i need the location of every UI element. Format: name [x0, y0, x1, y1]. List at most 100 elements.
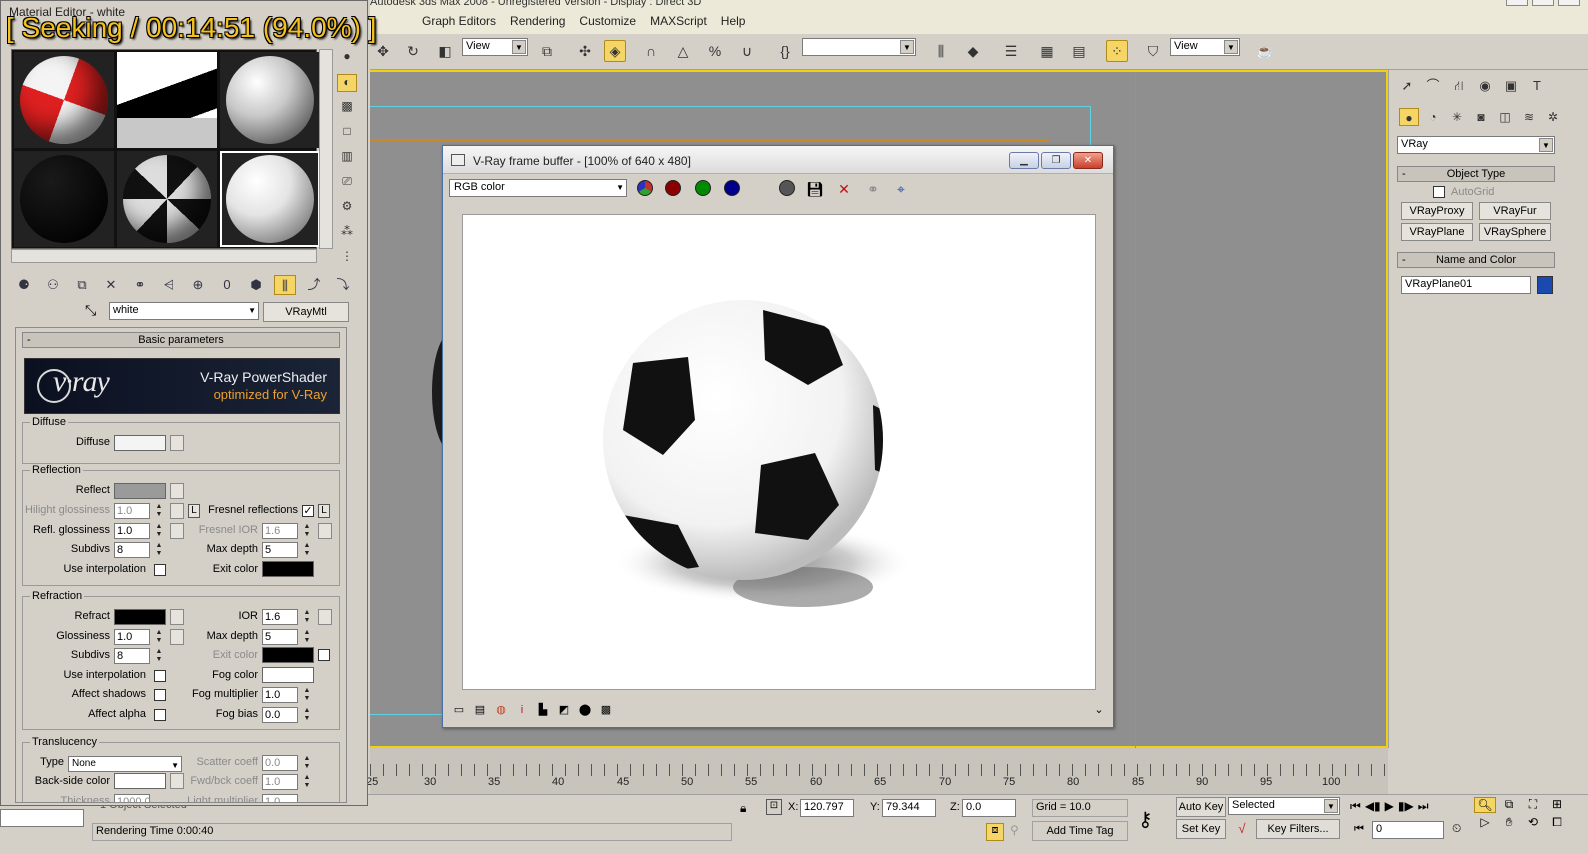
next-frame-icon[interactable]: ▮▶	[1398, 799, 1414, 814]
menu-graph-editors[interactable]: Graph Editors	[422, 14, 496, 28]
spinner-snap-icon[interactable]: ∪	[736, 40, 758, 62]
refr-subdivs-spinner[interactable]: 8	[114, 648, 150, 664]
sample-slots-scrollbar[interactable]	[319, 49, 333, 249]
green-channel-icon[interactable]	[695, 180, 711, 196]
select-manipulate-icon[interactable]: ✣	[574, 40, 596, 62]
color-correction-icon[interactable]: ◍	[493, 702, 509, 718]
named-selection-dropdown[interactable]: ▼	[802, 38, 916, 56]
material-id-icon[interactable]: 0	[216, 275, 238, 295]
refl-max-depth-spinner[interactable]: 5	[262, 542, 298, 558]
spinner-arrows-icon[interactable]: ▲ ▼	[302, 523, 312, 539]
current-frame-field[interactable]: 0	[1372, 821, 1444, 839]
fwd-bck-coeff-spinner[interactable]: 1.0	[262, 774, 298, 790]
refr-use-interp-checkbox[interactable]	[154, 670, 166, 682]
reflect-map-button[interactable]	[170, 483, 184, 499]
refr-exit-color-swatch[interactable]	[262, 647, 314, 663]
reflect-color-swatch[interactable]	[114, 483, 166, 499]
go-forward-sibling-icon[interactable]: ⤵	[332, 275, 354, 295]
ref-coord-dropdown[interactable]: View ▼	[462, 38, 528, 56]
maximize-button[interactable]	[1532, 0, 1554, 6]
percent-snap-icon[interactable]: %	[704, 40, 726, 62]
expand-icon[interactable]: ⌄	[1091, 702, 1107, 718]
show-corrections-icon[interactable]: ▭	[451, 702, 467, 718]
key-icon[interactable]: ⚷	[1138, 807, 1153, 832]
render-view-dropdown[interactable]: View ▼	[1170, 38, 1240, 56]
backside-color-swatch[interactable]	[114, 773, 166, 789]
hilight-glossiness-spinner[interactable]: 1.0	[114, 503, 150, 519]
affect-shadows-checkbox[interactable]	[154, 689, 166, 701]
cameras-icon[interactable]: ◙	[1471, 108, 1491, 126]
spinner-arrows-icon[interactable]: ▲ ▼	[302, 687, 312, 703]
sample-slot[interactable]	[117, 52, 217, 148]
motion-tab-icon[interactable]: ◉	[1475, 76, 1495, 96]
basic-parameters-rollout[interactable]: - Basic parameters	[22, 332, 340, 348]
spinner-arrows-icon[interactable]: ▲ ▼	[154, 648, 164, 664]
light-mult-spinner[interactable]: 1.0	[262, 794, 298, 802]
vraysphere-button[interactable]: VRaySphere	[1479, 223, 1551, 241]
zoom-icon[interactable]: 🔍︎	[1474, 797, 1496, 813]
show-end-result-icon[interactable]: ⫼	[274, 275, 296, 295]
auto-key-button[interactable]: Auto Key	[1176, 797, 1226, 817]
show-map-icon[interactable]: ⬢	[245, 275, 267, 295]
sample-slot[interactable]	[14, 151, 114, 247]
edit-named-sel-icon[interactable]: {}	[774, 40, 796, 62]
copy-material-icon[interactable]: ⚭	[129, 275, 151, 295]
play-icon[interactable]: ▶	[1385, 799, 1394, 814]
time-config-icon[interactable]: ⏲	[1452, 821, 1461, 836]
create-tab-icon[interactable]: ➚	[1397, 76, 1417, 96]
video-color-check-icon[interactable]: ▥	[337, 149, 357, 167]
zoom-extents-icon[interactable]: ⛶	[1522, 797, 1544, 813]
refr-max-depth-spinner[interactable]: 5	[262, 629, 298, 645]
put-to-scene-icon[interactable]: ⚇	[42, 275, 64, 295]
close-button[interactable]	[1558, 0, 1580, 6]
prev-frame-icon[interactable]: ◀▮	[1365, 799, 1381, 814]
menu-help[interactable]: Help	[721, 14, 746, 28]
pivot-icon[interactable]: ⧉	[536, 40, 558, 62]
sample-slot-selected[interactable]	[220, 151, 320, 247]
lights-icon[interactable]: ✳	[1447, 108, 1467, 126]
affect-alpha-checkbox[interactable]	[154, 709, 166, 721]
goto-start-icon[interactable]: ⏮	[1350, 799, 1361, 814]
rotate-icon[interactable]: ↻	[402, 40, 424, 62]
render-setup-icon[interactable]: ⛉	[1142, 40, 1164, 62]
x-coord-field[interactable]: 120.797	[800, 799, 854, 817]
transform-mode-icon[interactable]: ⊡	[766, 799, 782, 815]
diffuse-color-swatch[interactable]	[114, 435, 166, 451]
render-channel-dropdown[interactable]: RGB color ▼	[449, 179, 627, 197]
align-icon[interactable]: ◆	[962, 40, 984, 62]
refl-subdivs-spinner[interactable]: 8	[114, 542, 150, 558]
sample-slot[interactable]	[220, 52, 320, 148]
menu-maxscript[interactable]: MAXScript	[650, 14, 707, 28]
put-to-library-icon[interactable]: ⊕	[187, 275, 209, 295]
refl-glossiness-spinner[interactable]: 1.0	[114, 523, 150, 539]
refract-color-swatch[interactable]	[114, 609, 166, 625]
spacewarps-icon[interactable]: ≋	[1519, 108, 1539, 126]
helpers-icon[interactable]: ◫	[1495, 108, 1515, 126]
ior-map-button[interactable]	[318, 609, 332, 625]
autogrid-checkbox[interactable]	[1433, 186, 1445, 198]
reset-material-icon[interactable]: ✕	[100, 275, 122, 295]
systems-icon[interactable]: ✲	[1543, 108, 1563, 126]
keyboard-shortcut-icon[interactable]: ◈	[604, 40, 626, 62]
spinner-arrows-icon[interactable]: ▲ ▼	[154, 503, 164, 519]
key-tangent-icon[interactable]: √	[1232, 821, 1252, 839]
fresnel-lock-button[interactable]: L	[318, 504, 330, 518]
snap-3d-icon[interactable]: ∩	[640, 40, 662, 62]
make-preview-icon[interactable]: ⎚	[337, 174, 357, 192]
refl-exit-color-swatch[interactable]	[262, 561, 314, 577]
exposure-icon[interactable]: ⬤	[577, 702, 593, 718]
sample-slot[interactable]	[14, 52, 114, 148]
mirror-icon[interactable]: ⫼	[930, 40, 952, 62]
goto-end-icon[interactable]: ⏭	[1418, 799, 1429, 814]
translucency-type-dropdown[interactable]: None ▼	[68, 756, 182, 772]
menu-rendering[interactable]: Rendering	[510, 14, 565, 28]
vfb-titlebar[interactable]: V-Ray frame buffer - [100% of 640 x 480]…	[443, 146, 1113, 174]
spinner-arrows-icon[interactable]: ▲ ▼	[302, 774, 312, 790]
sample-slot[interactable]	[117, 151, 217, 247]
time-tag-icon[interactable]: ⧈	[986, 823, 1004, 841]
utilities-tab-icon[interactable]: T	[1527, 76, 1547, 96]
schematic-view-icon[interactable]: ▤	[1068, 40, 1090, 62]
track-mouse-icon[interactable]: ⌖	[891, 179, 911, 199]
curves-icon[interactable]: ◩	[556, 702, 572, 718]
name-color-rollout[interactable]: - Name and Color	[1397, 252, 1555, 268]
